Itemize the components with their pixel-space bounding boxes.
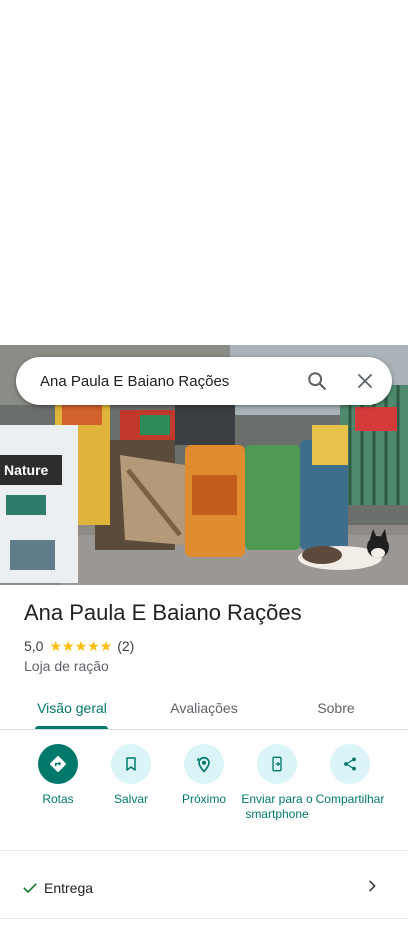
- tab-bar: Visão geral Avaliações Sobre: [0, 686, 408, 730]
- directions-button[interactable]: Rotas: [18, 744, 98, 807]
- tab-overview[interactable]: Visão geral: [24, 686, 120, 730]
- share-button[interactable]: Compartilhar: [310, 744, 390, 807]
- divider: [0, 850, 408, 851]
- attribute-row-delivery[interactable]: Entrega: [0, 864, 408, 912]
- directions-label: Rotas: [42, 792, 74, 806]
- directions-icon: [38, 744, 78, 784]
- rating-value: 5,0: [24, 638, 44, 654]
- place-category[interactable]: Loja de ração: [24, 658, 109, 674]
- rating-row[interactable]: 5,0 ★★★★★ (2): [24, 637, 134, 655]
- save-label: Salvar: [113, 792, 148, 806]
- search-icon[interactable]: [304, 368, 330, 394]
- action-buttons: Rotas Salvar Próximo Enviar para o smart…: [0, 744, 408, 844]
- rating-stars: ★★★★★: [49, 637, 113, 654]
- send-to-phone-button[interactable]: Enviar para o smartphone: [237, 744, 317, 822]
- rating-count[interactable]: (2): [117, 638, 134, 654]
- tab-about[interactable]: Sobre: [296, 686, 376, 730]
- place-title: Ana Paula E Baiano Rações: [24, 600, 302, 625]
- close-icon[interactable]: [352, 368, 378, 394]
- send-to-phone-icon: [257, 744, 297, 784]
- share-label: Compartilhar: [315, 792, 385, 806]
- attribute-label: Entrega: [44, 880, 94, 896]
- nearby-button[interactable]: Próximo: [164, 744, 244, 807]
- search-bar[interactable]: Ana Paula E Baiano Rações: [16, 357, 392, 405]
- search-query[interactable]: Ana Paula E Baiano Rações: [40, 373, 282, 390]
- active-tab-indicator: [35, 726, 108, 729]
- nearby-label: Próximo: [181, 792, 226, 806]
- svg-text:Nature: Nature: [4, 462, 49, 478]
- tab-reviews[interactable]: Avaliações: [156, 686, 252, 730]
- check-icon: [22, 880, 38, 901]
- share-icon: [330, 744, 370, 784]
- save-button[interactable]: Salvar: [91, 744, 171, 807]
- nearby-icon: [184, 744, 224, 784]
- divider: [0, 918, 408, 919]
- send-to-phone-label: Enviar para o smartphone: [241, 792, 313, 821]
- bookmark-icon: [111, 744, 151, 784]
- chevron-right-icon[interactable]: [364, 876, 380, 901]
- map-area[interactable]: [0, 0, 408, 345]
